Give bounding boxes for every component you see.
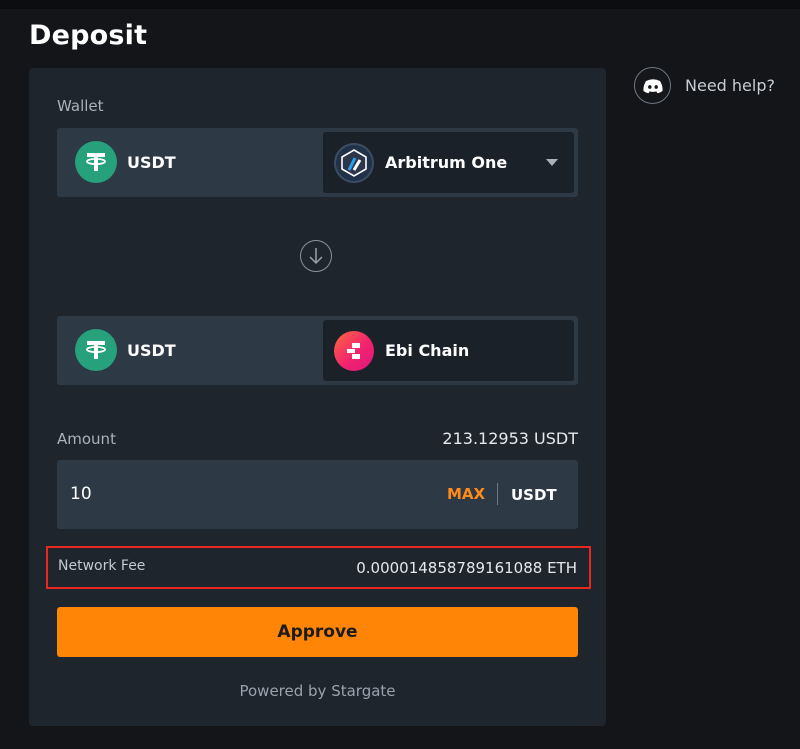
deposit-card: Wallet USDT Arbitrum One USDT Ebi Chain … [29, 68, 606, 726]
destination-chain-name: Ebi Chain [385, 341, 470, 360]
destination-chain: Ebi Chain [323, 320, 574, 381]
top-bar [0, 0, 800, 9]
tether-icon [75, 329, 117, 371]
chevron-down-icon [546, 159, 558, 166]
to-row: USDT Ebi Chain [57, 316, 578, 385]
amount-unit: USDT [511, 486, 557, 504]
network-fee-value: 0.000014858789161088 ETH [356, 559, 577, 577]
need-help-label: Need help? [685, 76, 775, 95]
tether-icon [75, 141, 117, 183]
from-token-name: USDT [127, 152, 176, 172]
amount-label: Amount [57, 430, 116, 448]
amount-input[interactable] [70, 480, 370, 508]
wallet-label: Wallet [57, 97, 104, 115]
arrow-down-icon[interactable] [300, 240, 332, 272]
discord-icon [634, 67, 671, 104]
from-token: USDT [75, 141, 176, 183]
need-help-link[interactable]: Need help? [634, 66, 775, 105]
powered-by-text: Powered by Stargate [239, 682, 396, 700]
network-fee-row: Network Fee 0.000014858789161088 ETH [46, 546, 591, 589]
network-fee-label: Network Fee [58, 558, 146, 574]
amount-box: MAX USDT [57, 460, 578, 529]
balance-value: 213.12953 USDT [442, 429, 578, 448]
approve-button[interactable]: Approve [57, 607, 578, 657]
page-title: Deposit [29, 20, 148, 51]
ebi-chain-icon [334, 330, 374, 371]
to-token: USDT [75, 329, 176, 371]
arbitrum-icon [334, 142, 374, 183]
to-token-name: USDT [127, 340, 176, 360]
max-button[interactable]: MAX [447, 485, 485, 503]
divider [497, 483, 498, 505]
source-chain-name: Arbitrum One [385, 153, 508, 172]
from-row: USDT Arbitrum One [57, 128, 578, 197]
source-chain-select[interactable]: Arbitrum One [323, 132, 574, 193]
